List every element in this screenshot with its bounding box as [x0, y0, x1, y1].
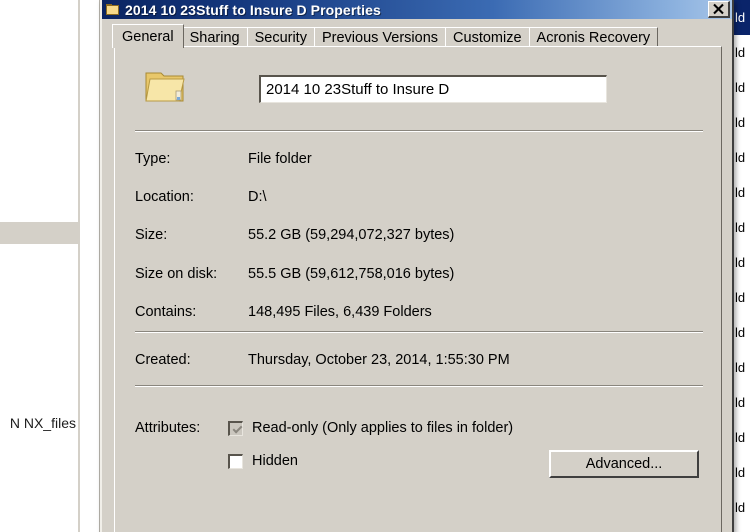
background-list-item-label: ld: [735, 325, 746, 340]
close-icon[interactable]: [708, 1, 730, 18]
background-list-item-label: ld: [735, 500, 746, 515]
dialog-tabstrip: General Sharing Security Previous Versions C…: [112, 24, 722, 48]
background-list-item-label: ld: [735, 290, 746, 305]
property-label: Location:: [135, 189, 194, 205]
tab-customize[interactable]: Customize: [445, 27, 530, 48]
tab-general[interactable]: General: [112, 24, 184, 48]
property-value: 55.2 GB (59,294,072,327 bytes): [248, 227, 455, 243]
close-x-glyph: [713, 3, 724, 15]
hidden-label: Hidden: [252, 453, 298, 469]
folder-name-row: [135, 65, 705, 117]
dialog-titlebar[interactable]: 2014 10 23Stuff to Insure D Properties: [102, 0, 732, 19]
attributes-label: Attributes:: [135, 420, 201, 436]
readonly-checkbox[interactable]: [228, 420, 243, 436]
property-value: 55.5 GB (59,612,758,016 bytes): [248, 266, 455, 282]
property-row: Size on disk: 55.5 GB (59,612,758,016 byt…: [135, 266, 705, 286]
folder-properties-dialog: 2014 10 23Stuff to Insure D Properties G…: [100, 0, 734, 532]
folder-icon: [106, 3, 120, 16]
hidden-checkbox-row[interactable]: Hidden: [228, 450, 298, 472]
property-value: D:\: [248, 189, 267, 205]
property-row: Location: D:\: [135, 189, 705, 209]
property-label: Contains:: [135, 304, 197, 320]
property-value: 148,495 Files, 6,439 Folders: [248, 304, 432, 320]
property-label: Size on disk:: [135, 266, 218, 282]
background-left-pane: [0, 0, 80, 532]
background-left-band: [0, 222, 80, 244]
background-list-item-label: ld: [735, 45, 746, 60]
background-list-item-label: ld: [735, 185, 746, 200]
background-list-item-label: ld: [735, 150, 746, 165]
background-list-item-label: ld: [735, 395, 746, 410]
property-label: Created:: [135, 352, 191, 368]
readonly-checkbox-row[interactable]: Read-only (Only applies to files in fold…: [228, 417, 513, 439]
tab-security[interactable]: Security: [246, 27, 315, 48]
property-label: Type:: [135, 151, 171, 167]
property-value: File folder: [248, 151, 312, 167]
separator-bottom: [135, 385, 703, 387]
property-row: Created: Thursday, October 23, 2014, 1:55…: [135, 352, 705, 372]
dialog-title: 2014 10 23Stuff to Insure D Properties: [125, 1, 381, 18]
background-list-item-label: ld: [735, 465, 746, 480]
hidden-checkbox[interactable]: [228, 453, 243, 469]
property-row: Size: 55.2 GB (59,294,072,327 bytes): [135, 227, 705, 247]
property-value: Thursday, October 23, 2014, 1:55:30 PM: [248, 352, 510, 368]
folder-icon: [145, 72, 185, 102]
readonly-label: Read-only (Only applies to files in fold…: [252, 420, 514, 436]
general-tab-panel: Type: File folder Location: D:\ Size: 55.2 GB…: [114, 46, 722, 532]
separator-top: [135, 130, 703, 132]
folder-name-input[interactable]: [259, 75, 607, 103]
property-row: Contains: 148,495 Files, 6,439 Folders: [135, 304, 705, 324]
background-list-item-label: ld: [735, 10, 746, 25]
background-list-item-label: ld: [735, 115, 746, 130]
tab-sharing[interactable]: Sharing: [181, 27, 248, 48]
background-list-item-label: ld: [735, 80, 746, 95]
screen: N NX_files ld ld ld ld ld ld ld ld ld ld ld ld ld ld l…: [0, 0, 750, 532]
tab-previous-versions[interactable]: Previous Versions: [313, 27, 447, 48]
tab-acronis-recovery[interactable]: Acronis Recovery: [528, 27, 659, 48]
separator-middle: [135, 331, 703, 333]
advanced-button[interactable]: Advanced...: [549, 450, 699, 478]
property-label: Size:: [135, 227, 168, 243]
property-row: Type: File folder: [135, 151, 705, 171]
background-left-pane-label: N NX_files: [9, 415, 76, 431]
background-list-item-label: ld: [735, 360, 746, 375]
background-list-item-label: ld: [735, 430, 746, 445]
background-middle-pane: [82, 0, 100, 532]
background-list-item-label: ld: [735, 255, 746, 270]
background-list-item-label: ld: [735, 220, 746, 235]
